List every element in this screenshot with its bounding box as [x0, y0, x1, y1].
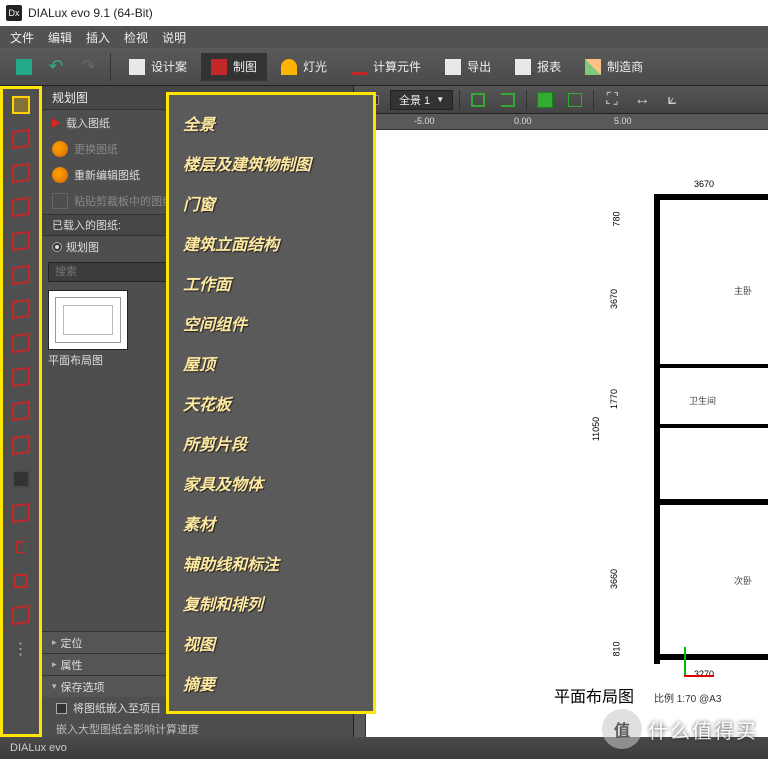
mi-doors[interactable]: 门窗: [169, 183, 373, 223]
drawing-title: 平面布局图: [554, 683, 634, 707]
mi-summary[interactable]: 摘要: [169, 663, 373, 703]
vtool-4[interactable]: [6, 192, 36, 222]
mi-views[interactable]: 视图: [169, 623, 373, 663]
menu-view[interactable]: 检视: [124, 29, 148, 46]
vtool-2[interactable]: [6, 124, 36, 154]
ruler-top: -5.00 0.00 5.00: [366, 114, 768, 130]
vtool-14[interactable]: [6, 532, 36, 562]
axis-y-icon: [684, 647, 686, 677]
mi-guides[interactable]: 辅助线和标注: [169, 543, 373, 583]
watermark: 值 什么值得买: [602, 709, 758, 749]
main-tabbar: ↶ ↷ 设计案 制图 灯光 计算元件 导出 报表 制造商: [0, 48, 768, 86]
view-dropdown[interactable]: 全景 1 ▼: [390, 90, 453, 110]
app-logo: Dx: [6, 5, 22, 21]
titlebar: Dx DIALux evo 9.1 (64-Bit): [0, 0, 768, 26]
redo-button[interactable]: ↷: [74, 53, 102, 81]
axis-x-icon: [684, 675, 714, 677]
vtool-3[interactable]: [6, 158, 36, 188]
vtool-9[interactable]: [6, 362, 36, 392]
mi-furniture[interactable]: 家具及物体: [169, 463, 373, 503]
menu-help[interactable]: 说明: [162, 29, 186, 46]
vtool-15[interactable]: [6, 566, 36, 596]
dim-1: 780: [612, 211, 622, 226]
dim-4: 1770: [609, 389, 619, 409]
mi-workplane[interactable]: 工作面: [169, 263, 373, 303]
vtool-7[interactable]: [6, 294, 36, 324]
vtool-11[interactable]: [6, 430, 36, 460]
embed-note: 嵌入大型图纸会影响计算速度: [42, 721, 353, 737]
vtool-12[interactable]: [6, 464, 36, 494]
vtool-5[interactable]: [6, 226, 36, 256]
mi-floors[interactable]: 楼层及建筑物制图: [169, 143, 373, 183]
vt-3d[interactable]: [533, 88, 557, 112]
menu-insert[interactable]: 插入: [86, 29, 110, 46]
viewport: 全景 1 ▼ ⛶ ↔ ⟀ -5.00 0.00 5.00 15.00 10.00: [354, 86, 768, 737]
vtool-10[interactable]: [6, 396, 36, 426]
tab-calc[interactable]: 计算元件: [341, 53, 431, 81]
annotation-overlay-menu: 全景 楼层及建筑物制图 门窗 建筑立面结构 工作面 空间组件 屋顶 天花板 所剪…: [166, 92, 376, 714]
tab-drawing[interactable]: 制图: [201, 53, 267, 81]
canvas[interactable]: -5.00 0.00 5.00 15.00 10.00 3670 780 367…: [354, 114, 768, 737]
menu-file[interactable]: 文件: [10, 29, 34, 46]
tab-light[interactable]: 灯光: [271, 53, 337, 81]
vt-focus-icon[interactable]: ⛶: [600, 88, 624, 112]
dim-3: 11050: [591, 417, 601, 441]
vtool-1[interactable]: [6, 90, 36, 120]
dim-2: 3670: [609, 289, 619, 309]
thumb-floorplan[interactable]: 平面布局图: [48, 290, 128, 368]
vt-side[interactable]: [496, 88, 520, 112]
menubar: 文件 编辑 插入 检视 说明: [0, 26, 768, 48]
mi-roof[interactable]: 屋顶: [169, 343, 373, 383]
view-toolbar: 全景 1 ▼ ⛶ ↔ ⟀: [354, 86, 768, 114]
mi-cutout[interactable]: 所剪片段: [169, 423, 373, 463]
vt-wire[interactable]: [563, 88, 587, 112]
menu-edit[interactable]: 编辑: [48, 29, 72, 46]
dim-6: 810: [612, 641, 622, 656]
dim-top: 3670: [694, 179, 714, 189]
vtool-8[interactable]: [6, 328, 36, 358]
mi-facade[interactable]: 建筑立面结构: [169, 223, 373, 263]
mi-ceiling[interactable]: 天花板: [169, 383, 373, 423]
tab-export[interactable]: 导出: [435, 53, 501, 81]
dim-7: 3270: [694, 669, 714, 679]
mi-copy[interactable]: 复制和排列: [169, 583, 373, 623]
drawing-scale: 比例 1:70 @A3: [654, 690, 721, 705]
vertical-toolstrip: ⋮: [0, 86, 42, 737]
window-title: DIALux evo 9.1 (64-Bit): [28, 6, 153, 20]
tab-design[interactable]: 设计案: [119, 53, 197, 81]
mi-panorama[interactable]: 全景: [169, 103, 373, 143]
save-button[interactable]: [10, 53, 38, 81]
vt-angle-icon[interactable]: ⟀: [660, 88, 684, 112]
tab-manufacturer[interactable]: 制造商: [575, 53, 653, 81]
vt-top[interactable]: [466, 88, 490, 112]
undo-button[interactable]: ↶: [42, 53, 70, 81]
mi-space[interactable]: 空间组件: [169, 303, 373, 343]
vtool-16[interactable]: [6, 600, 36, 630]
tab-report[interactable]: 报表: [505, 53, 571, 81]
side-panel: 规划图 载入图纸 更换图纸 重新编辑图纸 粘贴剪裁板中的图纸 已载入的图纸: 规…: [42, 86, 354, 737]
mi-material[interactable]: 素材: [169, 503, 373, 543]
dim-5: 3660: [609, 569, 619, 589]
vt-measure-icon[interactable]: ↔: [630, 88, 654, 112]
floorplan: 3670 780 3670 11050 1770 3660 810 3270 主…: [634, 194, 768, 697]
vtool-13[interactable]: [6, 498, 36, 528]
vtool-17[interactable]: ⋮: [6, 634, 36, 664]
vtool-6[interactable]: [6, 260, 36, 290]
